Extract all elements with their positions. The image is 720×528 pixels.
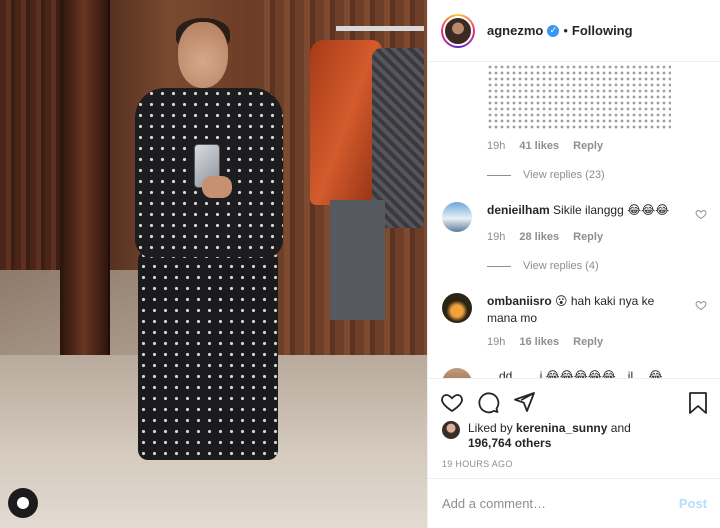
likes-summary: Liked by kerenina_sunny and 196,764 othe… bbox=[442, 421, 631, 451]
profile-chip-icon[interactable] bbox=[8, 488, 38, 518]
comment-likes[interactable]: 28 likes bbox=[519, 231, 559, 243]
comment-likes[interactable]: 16 likes bbox=[519, 336, 559, 348]
comment-item: denieilham Sikile ilanggg 😂😂😂 bbox=[442, 202, 707, 232]
comment-composer: Post bbox=[428, 478, 720, 528]
comments-list[interactable]: 19h 41 likes Reply View replies (23) den… bbox=[428, 62, 720, 378]
likes-others[interactable]: 196,764 others bbox=[468, 436, 551, 450]
comment-likes[interactable]: 41 likes bbox=[519, 140, 559, 152]
dot-art-comment bbox=[487, 64, 671, 130]
comment-time: 19h bbox=[487, 336, 506, 348]
comment-icon[interactable] bbox=[476, 390, 500, 414]
comment-body: ombaniisro 😮 hah kaki nya ke mana mo bbox=[487, 293, 677, 327]
divider-line bbox=[487, 265, 511, 267]
bookmark-icon[interactable] bbox=[687, 391, 709, 415]
reply-button[interactable]: Reply bbox=[573, 140, 603, 152]
comment-body: …dd… …i 😂😂😂😂😂…il… 😂 bbox=[487, 368, 677, 378]
liker-username[interactable]: kerenina_sunny bbox=[516, 421, 607, 435]
comment-text: Sikile ilanggg 😂😂😂 bbox=[553, 203, 670, 217]
post-username[interactable]: agnezmo bbox=[487, 23, 543, 38]
clothes-rack bbox=[336, 26, 424, 31]
comment-item: ombaniisro 😮 hah kaki nya ke mana mo bbox=[442, 293, 707, 327]
action-icons bbox=[440, 390, 536, 414]
action-bar: Liked by kerenina_sunny and 196,764 othe… bbox=[428, 378, 720, 478]
post-button[interactable]: Post bbox=[679, 496, 707, 511]
liked-by-prefix: Liked by bbox=[468, 421, 513, 435]
hanging-jeans bbox=[330, 200, 385, 320]
commenter-username[interactable]: ombaniisro bbox=[487, 294, 552, 308]
divider-line bbox=[487, 174, 511, 176]
polka-dot-pants bbox=[138, 250, 278, 460]
view-replies-label: View replies (4) bbox=[523, 260, 599, 272]
post-panel: agnezmo ✓ • Following 19h 41 likes Reply… bbox=[427, 0, 720, 528]
share-icon[interactable] bbox=[512, 390, 536, 414]
comment-time: 19h bbox=[487, 231, 506, 243]
comment-meta: 19h 28 likes Reply bbox=[487, 231, 603, 243]
comment-meta: 19h 41 likes Reply bbox=[487, 140, 603, 152]
post-header: agnezmo ✓ • Following bbox=[428, 0, 720, 62]
post-timestamp[interactable]: 19 HOURS AGO bbox=[442, 459, 513, 469]
comment-time: 19h bbox=[487, 140, 506, 152]
hand bbox=[202, 176, 232, 198]
comment-heart-icon[interactable] bbox=[695, 299, 707, 311]
post-photo[interactable] bbox=[0, 0, 427, 528]
reply-button[interactable]: Reply bbox=[573, 336, 603, 348]
likes-text: Liked by kerenina_sunny and 196,764 othe… bbox=[468, 421, 631, 451]
comment-heart-icon[interactable] bbox=[695, 208, 707, 220]
commenter-avatar[interactable] bbox=[442, 368, 472, 378]
comment-body: denieilham Sikile ilanggg 😂😂😂 bbox=[487, 202, 677, 232]
comment-meta: 19h 16 likes Reply bbox=[487, 336, 603, 348]
reply-button[interactable]: Reply bbox=[573, 231, 603, 243]
view-replies-button[interactable]: View replies (23) bbox=[487, 169, 605, 181]
story-ring[interactable] bbox=[441, 13, 475, 48]
liker-avatar[interactable] bbox=[442, 421, 460, 439]
separator-dot: • bbox=[563, 23, 568, 38]
commenter-avatar[interactable] bbox=[442, 293, 472, 323]
likes-and: and bbox=[610, 421, 631, 435]
verified-icon: ✓ bbox=[547, 24, 560, 37]
face bbox=[178, 22, 228, 88]
heart-icon[interactable] bbox=[440, 390, 464, 414]
commenter-avatar[interactable] bbox=[442, 202, 472, 232]
avatar[interactable] bbox=[443, 15, 473, 46]
commenter-username[interactable]: denieilham bbox=[487, 203, 550, 217]
view-replies-button[interactable]: View replies (4) bbox=[487, 260, 599, 272]
comment-text: …dd… …i 😂😂😂😂😂…il… 😂 bbox=[487, 369, 663, 378]
following-button[interactable]: Following bbox=[572, 23, 633, 38]
comment-item: …dd… …i 😂😂😂😂😂…il… 😂 bbox=[442, 368, 707, 378]
add-comment-input[interactable] bbox=[442, 496, 679, 511]
view-replies-label: View replies (23) bbox=[523, 169, 605, 181]
